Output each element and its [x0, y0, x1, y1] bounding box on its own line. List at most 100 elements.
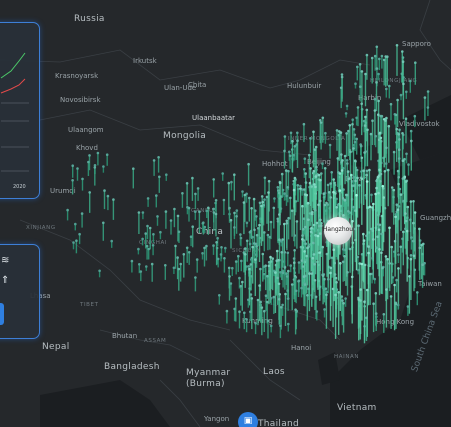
- data-column-cap: [352, 205, 355, 209]
- data-column-cap: [179, 262, 182, 266]
- data-column-cap: [238, 276, 241, 280]
- data-column-cap: [370, 56, 374, 60]
- data-column-cap: [292, 257, 296, 260]
- data-column-cap: [377, 113, 380, 116]
- data-column-cap: [258, 223, 261, 227]
- data-column-cap: [367, 245, 370, 248]
- data-column-cap: [353, 159, 357, 162]
- mini-chart-line-green: [0, 52, 26, 79]
- data-column-cap: [238, 310, 241, 314]
- data-column-cap: [256, 298, 260, 302]
- data-column-cap: [137, 247, 140, 251]
- data-column-cap: [308, 181, 312, 185]
- photo-button[interactable]: ▣: [238, 412, 258, 427]
- data-column-cap: [399, 193, 403, 196]
- data-column-cap: [312, 223, 316, 227]
- data-column-cap: [155, 194, 158, 197]
- data-column-cap: [325, 201, 328, 205]
- data-column-cap: [239, 236, 243, 240]
- data-column-cap: [146, 224, 149, 228]
- data-column-cap: [102, 165, 105, 168]
- data-column-cap: [402, 230, 405, 234]
- data-column-cap: [409, 257, 413, 261]
- data-column-cap: [215, 241, 218, 244]
- data-column-cap: [399, 245, 403, 249]
- data-column-cap: [164, 210, 168, 213]
- data-column-cap: [314, 175, 318, 178]
- data-column-cap: [363, 151, 366, 154]
- data-column-cap: [318, 199, 322, 203]
- data-column-cap: [182, 253, 186, 256]
- data-column-cap: [152, 233, 155, 236]
- legend-panel[interactable]: ≋ ⇑: [0, 244, 40, 339]
- data-column-cap: [326, 278, 330, 281]
- data-column-cap: [340, 295, 344, 298]
- data-column-cap: [280, 172, 284, 176]
- side-toggle-button[interactable]: [0, 303, 4, 325]
- data-column-cap: [409, 79, 412, 83]
- data-column-cap: [266, 319, 270, 323]
- data-column-cap: [314, 208, 317, 212]
- data-column-cap: [177, 230, 181, 234]
- data-column-cap: [231, 266, 234, 270]
- map-view[interactable]: Russia Mongolia China Nepal Bhutan Bangl…: [0, 0, 451, 427]
- mini-chart: [0, 52, 29, 172]
- data-column-cap: [334, 276, 338, 280]
- data-column-cap: [292, 188, 296, 192]
- data-column-cap: [290, 209, 294, 212]
- data-column-cap: [325, 293, 328, 297]
- mini-chart-line-red: [0, 78, 26, 94]
- data-column-cap: [409, 129, 413, 133]
- data-column-cap: [283, 266, 287, 269]
- data-column-cap: [294, 308, 297, 312]
- data-column-cap: [344, 297, 347, 300]
- data-column-cap: [374, 312, 378, 315]
- data-column-cap: [300, 259, 304, 262]
- data-column-cap: [267, 264, 271, 268]
- highlighted-city-marker[interactable]: Hangzhou: [323, 217, 353, 245]
- data-column-cap: [174, 244, 177, 248]
- data-column-cap: [378, 57, 381, 61]
- data-column-cap: [372, 302, 375, 306]
- data-column-cap: [279, 306, 283, 309]
- data-column-cap: [181, 192, 184, 195]
- data-column-cap: [356, 176, 359, 180]
- data-column-cap: [338, 172, 342, 175]
- data-column-cap: [360, 102, 364, 106]
- arrow-up-icon[interactable]: ⇑: [1, 275, 9, 286]
- data-column-cap: [252, 197, 256, 201]
- data-column-cap: [276, 276, 279, 280]
- layers-icon[interactable]: ≋: [1, 255, 9, 266]
- data-column-cap: [401, 159, 405, 162]
- data-column-cap: [368, 205, 372, 209]
- data-column-cap: [299, 187, 302, 190]
- data-column-cap: [381, 266, 384, 270]
- data-column-cap: [285, 194, 288, 198]
- data-column-cap: [173, 207, 176, 211]
- data-column-cap: [293, 176, 297, 180]
- data-column-cap: [195, 258, 199, 261]
- data-column-cap: [310, 226, 313, 230]
- data-column-cap: [395, 278, 398, 282]
- data-column-cap: [373, 109, 377, 112]
- data-column-cap: [345, 159, 349, 162]
- data-column-cap: [304, 172, 308, 175]
- data-column-cap: [139, 270, 143, 273]
- data-column-cap: [396, 169, 400, 173]
- data-column-cap: [263, 231, 266, 234]
- data-column-cap: [394, 215, 398, 219]
- data-column-cap: [293, 145, 297, 148]
- data-column-cap: [380, 54, 384, 58]
- data-column-cap: [365, 234, 368, 238]
- data-column-cap: [152, 159, 156, 162]
- data-column-cap: [315, 310, 319, 313]
- data-column-cap: [414, 61, 417, 64]
- data-column-cap: [248, 230, 252, 234]
- data-column-cap: [412, 221, 415, 225]
- data-column-cap: [377, 72, 380, 76]
- data-column-cap: [379, 114, 383, 118]
- chart-panel[interactable]: 2020: [0, 22, 40, 199]
- data-column-cap: [319, 218, 322, 222]
- data-column-cap: [297, 261, 301, 264]
- data-column-cap: [214, 212, 218, 216]
